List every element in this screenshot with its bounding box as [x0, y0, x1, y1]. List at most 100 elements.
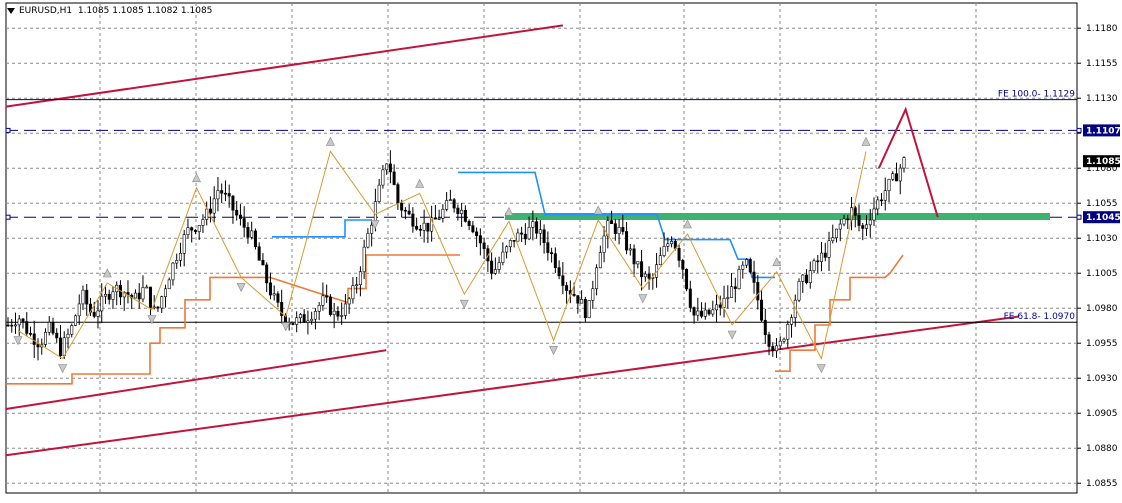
dropdown-arrow-icon[interactable]	[7, 7, 15, 14]
candle-bear	[576, 295, 580, 304]
candle-bear	[805, 274, 809, 283]
candle-bear	[261, 259, 265, 266]
candle-bear	[861, 225, 865, 229]
candle-bear	[336, 310, 340, 317]
candle-bull	[317, 304, 321, 312]
candle-bear	[535, 221, 539, 234]
candle-bear	[550, 252, 554, 254]
candle-bear	[763, 319, 767, 335]
candle-bear	[613, 223, 617, 234]
candle-bull	[182, 234, 186, 254]
candle-bull	[163, 288, 167, 297]
candle-bull	[448, 199, 452, 201]
chart-svg[interactable]: 1.11801.11551.11301.11051.10801.10551.10…	[0, 0, 1122, 499]
candle-bull	[538, 229, 542, 234]
fibonacci-level-label: FE 100.0- 1.1129	[998, 90, 1075, 100]
candle-bull	[370, 224, 374, 234]
candle-bear	[490, 260, 494, 274]
candle-bull	[865, 224, 869, 229]
candle-bear	[21, 318, 25, 322]
candle-bear	[718, 304, 722, 308]
candle-bear	[392, 171, 396, 185]
candle-bear	[482, 242, 486, 249]
candle-bull	[658, 255, 662, 266]
candle-bear	[748, 259, 752, 273]
candle-bull	[902, 157, 906, 169]
candle-bull	[778, 340, 782, 347]
candle-bull	[820, 252, 824, 262]
candle-bull	[62, 337, 66, 356]
candle-bear	[557, 267, 561, 277]
candle-bear	[756, 282, 760, 301]
candle-bear	[388, 163, 392, 173]
price-chart[interactable]: 1.11801.11551.11301.11051.10801.10551.10…	[0, 0, 1122, 499]
candle-bull	[501, 251, 505, 263]
candle-bull	[835, 228, 839, 238]
candle-bear	[242, 218, 246, 228]
candle-bear	[426, 222, 430, 232]
candle-bear	[610, 220, 614, 224]
candle-bull	[591, 288, 595, 301]
candle-bear	[156, 306, 160, 309]
candle-bull	[422, 222, 426, 231]
candle-bull	[726, 297, 730, 299]
candle-bull	[636, 261, 640, 265]
candle-bear	[55, 332, 59, 339]
candle-bear	[752, 271, 756, 283]
candle-bull	[670, 241, 674, 245]
candle-bull	[838, 223, 842, 230]
candle-bear	[415, 225, 419, 230]
candle-bear	[565, 285, 569, 291]
level-anchor-handle	[1076, 214, 1082, 220]
fibonacci-level-label: FE 61.8- 1.0970	[1004, 312, 1076, 322]
candle-bear	[853, 207, 857, 216]
candle-bear	[456, 207, 460, 214]
candle-bear	[846, 218, 850, 221]
candle-bull	[133, 292, 137, 299]
candle-bear	[760, 299, 764, 321]
candle-bull	[81, 289, 85, 305]
candle-bear	[253, 230, 257, 248]
candle-bull	[96, 310, 100, 317]
candle-bear	[880, 199, 884, 202]
candle-bear	[553, 253, 557, 268]
candle-bear	[463, 209, 467, 222]
candle-bull	[587, 300, 591, 319]
candle-bull	[152, 306, 156, 309]
price-tick-label: 1.0880	[1086, 444, 1118, 454]
candle-bear	[32, 333, 36, 345]
candle-bear	[640, 261, 644, 278]
candle-bear	[302, 314, 306, 323]
candle-bear	[58, 337, 62, 356]
candle-bear	[688, 288, 692, 308]
candle-bear	[403, 209, 407, 212]
candle-bull	[441, 209, 445, 219]
level-anchor-handle	[1076, 127, 1082, 133]
candle-bull	[145, 286, 149, 289]
candle-bear	[700, 310, 704, 317]
ohlc-readout: 1.1085 1.1085 1.1082 1.1085	[77, 6, 213, 16]
price-tick-label: 1.1180	[1086, 24, 1118, 34]
candle-bull	[250, 230, 254, 238]
candle-bull	[580, 299, 584, 304]
candle-bull	[505, 246, 509, 253]
candle-bear	[85, 289, 89, 305]
candle-bear	[276, 293, 280, 303]
candle-bull	[73, 315, 77, 326]
candle-bear	[452, 199, 456, 209]
candle-bull	[178, 253, 182, 261]
candle-bear	[771, 346, 775, 352]
candle-bear	[857, 215, 861, 226]
candle-bull	[531, 221, 535, 228]
current-price-label: 1.1085	[1086, 157, 1121, 167]
candle-bear	[647, 273, 651, 279]
price-tick-label: 1.1030	[1086, 234, 1118, 244]
candle-bull	[171, 262, 175, 281]
candle-bear	[692, 307, 696, 316]
candle-bull	[493, 269, 497, 274]
candle-bull	[212, 198, 216, 214]
candle-bear	[208, 208, 212, 214]
candle-bull	[598, 252, 602, 269]
candle-bear	[542, 229, 546, 243]
price-tick-label: 1.1130	[1086, 94, 1118, 104]
